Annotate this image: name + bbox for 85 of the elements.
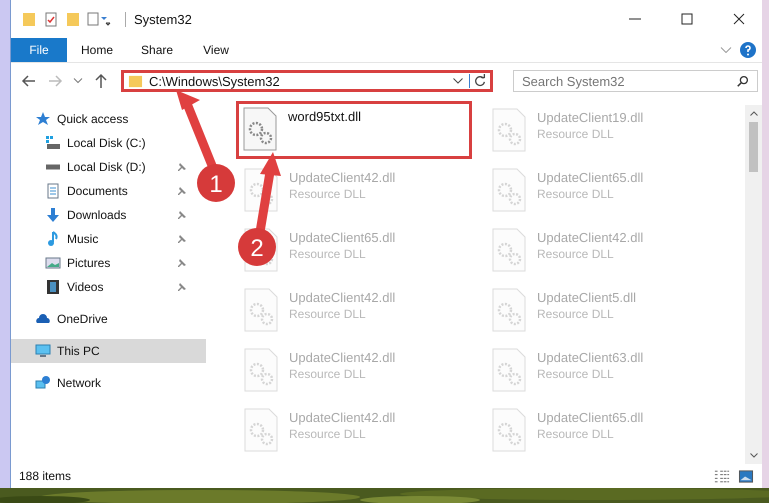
pin-icon[interactable] (177, 186, 187, 196)
item-count: 188 items (19, 469, 72, 483)
nav-item[interactable]: Downloads (11, 203, 187, 227)
file-name: UpdateClient65.dll (289, 230, 396, 245)
file-name: UpdateClient42.dll (289, 170, 396, 185)
pin-icon[interactable] (177, 210, 187, 220)
dll-file-icon (491, 408, 527, 452)
dropdown-icon[interactable] (73, 78, 83, 84)
dll-file-icon (491, 348, 527, 392)
file-name: UpdateClient42.dll (537, 230, 644, 245)
file-type: Resource DLL (537, 427, 615, 441)
pin-icon[interactable] (177, 258, 187, 268)
nav-item[interactable]: Network (11, 371, 187, 395)
drive-icon (45, 164, 61, 170)
search-field[interactable]: Search System32 (513, 70, 758, 92)
download-icon (45, 207, 61, 223)
dll-file-icon (243, 348, 279, 392)
nav-item[interactable]: Music (11, 227, 187, 251)
folder-icon (128, 74, 143, 88)
scroll-thumb[interactable] (749, 122, 758, 172)
dropdown-icon[interactable] (453, 78, 463, 84)
file-name: UpdateClient65.dll (537, 170, 644, 185)
drive-icon (45, 135, 61, 151)
pin-icon[interactable] (177, 162, 187, 172)
maximize-icon (681, 13, 693, 25)
details-view-icon[interactable] (714, 468, 730, 484)
back-arrow-icon[interactable] (21, 73, 37, 89)
pictures-icon (45, 255, 61, 271)
monitor-icon (35, 343, 51, 359)
file-name: UpdateClient42.dll (289, 410, 396, 425)
file-type: Resource DLL (289, 367, 367, 381)
search-icon[interactable] (736, 74, 750, 88)
file-type: Resource DLL (537, 127, 615, 141)
nav-item[interactable]: OneDrive (11, 307, 187, 331)
nav-item[interactable]: Pictures (11, 251, 187, 275)
scroll-up-icon[interactable] (750, 111, 758, 116)
file-name: UpdateClient19.dll (537, 110, 644, 125)
customize-icon[interactable] (87, 11, 111, 27)
up-arrow-icon[interactable] (93, 73, 109, 89)
dll-file-icon (242, 107, 278, 151)
network-icon (35, 375, 51, 391)
ribbon-tab[interactable]: View (187, 38, 246, 62)
file-type: Resource DLL (289, 247, 367, 261)
address-path: C:\Windows\System32 (149, 74, 281, 88)
dll-file-icon (243, 288, 279, 332)
dll-file-icon (491, 108, 527, 152)
file-name: UpdateClient65.dll (537, 410, 644, 425)
window-title: System32 (125, 12, 192, 26)
file-type: Resource DLL (537, 367, 615, 381)
file-name: UpdateClient63.dll (537, 350, 644, 365)
pin-icon[interactable] (177, 234, 187, 244)
chevron-icon[interactable] (720, 47, 732, 53)
scroll-down-icon[interactable] (750, 453, 758, 458)
file-type: Resource DLL (289, 427, 367, 441)
address-bar[interactable]: C:\Windows\System32 (121, 70, 493, 92)
dll-file-icon (243, 168, 279, 212)
ribbon-tab[interactable]: Share (127, 38, 188, 62)
file-name: UpdateClient42.dll (289, 350, 396, 365)
large-icons-view-icon[interactable] (738, 468, 754, 484)
star-icon (35, 111, 51, 127)
minimize-icon (629, 18, 641, 20)
dll-file-icon (491, 288, 527, 332)
help-icon[interactable] (740, 42, 756, 58)
ribbon-tab[interactable]: Home (67, 38, 128, 62)
nav-item[interactable]: This PC (11, 339, 206, 363)
film-icon (45, 279, 61, 295)
file-type: Resource DLL (289, 187, 367, 201)
file-type: Resource DLL (537, 187, 615, 201)
file-item[interactable]: word95txt.dll (236, 101, 472, 159)
file-type: Resource DLL (537, 247, 615, 261)
file-type: Resource DLL (289, 307, 367, 321)
dll-file-icon (491, 168, 527, 212)
document-icon (45, 183, 61, 199)
ribbon-tab[interactable]: File (11, 38, 67, 62)
properties-icon[interactable] (43, 11, 59, 27)
scrollbar[interactable] (745, 105, 762, 464)
file-type: Resource DLL (537, 307, 615, 321)
nav-item[interactable]: Videos (11, 275, 187, 299)
dll-file-icon (243, 408, 279, 452)
file-name: UpdateClient42.dll (289, 290, 396, 305)
close-icon (733, 13, 745, 25)
dll-file-icon (491, 228, 527, 272)
file-name: word95txt.dll (288, 109, 361, 124)
file-name: UpdateClient5.dll (537, 290, 636, 305)
pin-icon[interactable] (177, 282, 187, 292)
